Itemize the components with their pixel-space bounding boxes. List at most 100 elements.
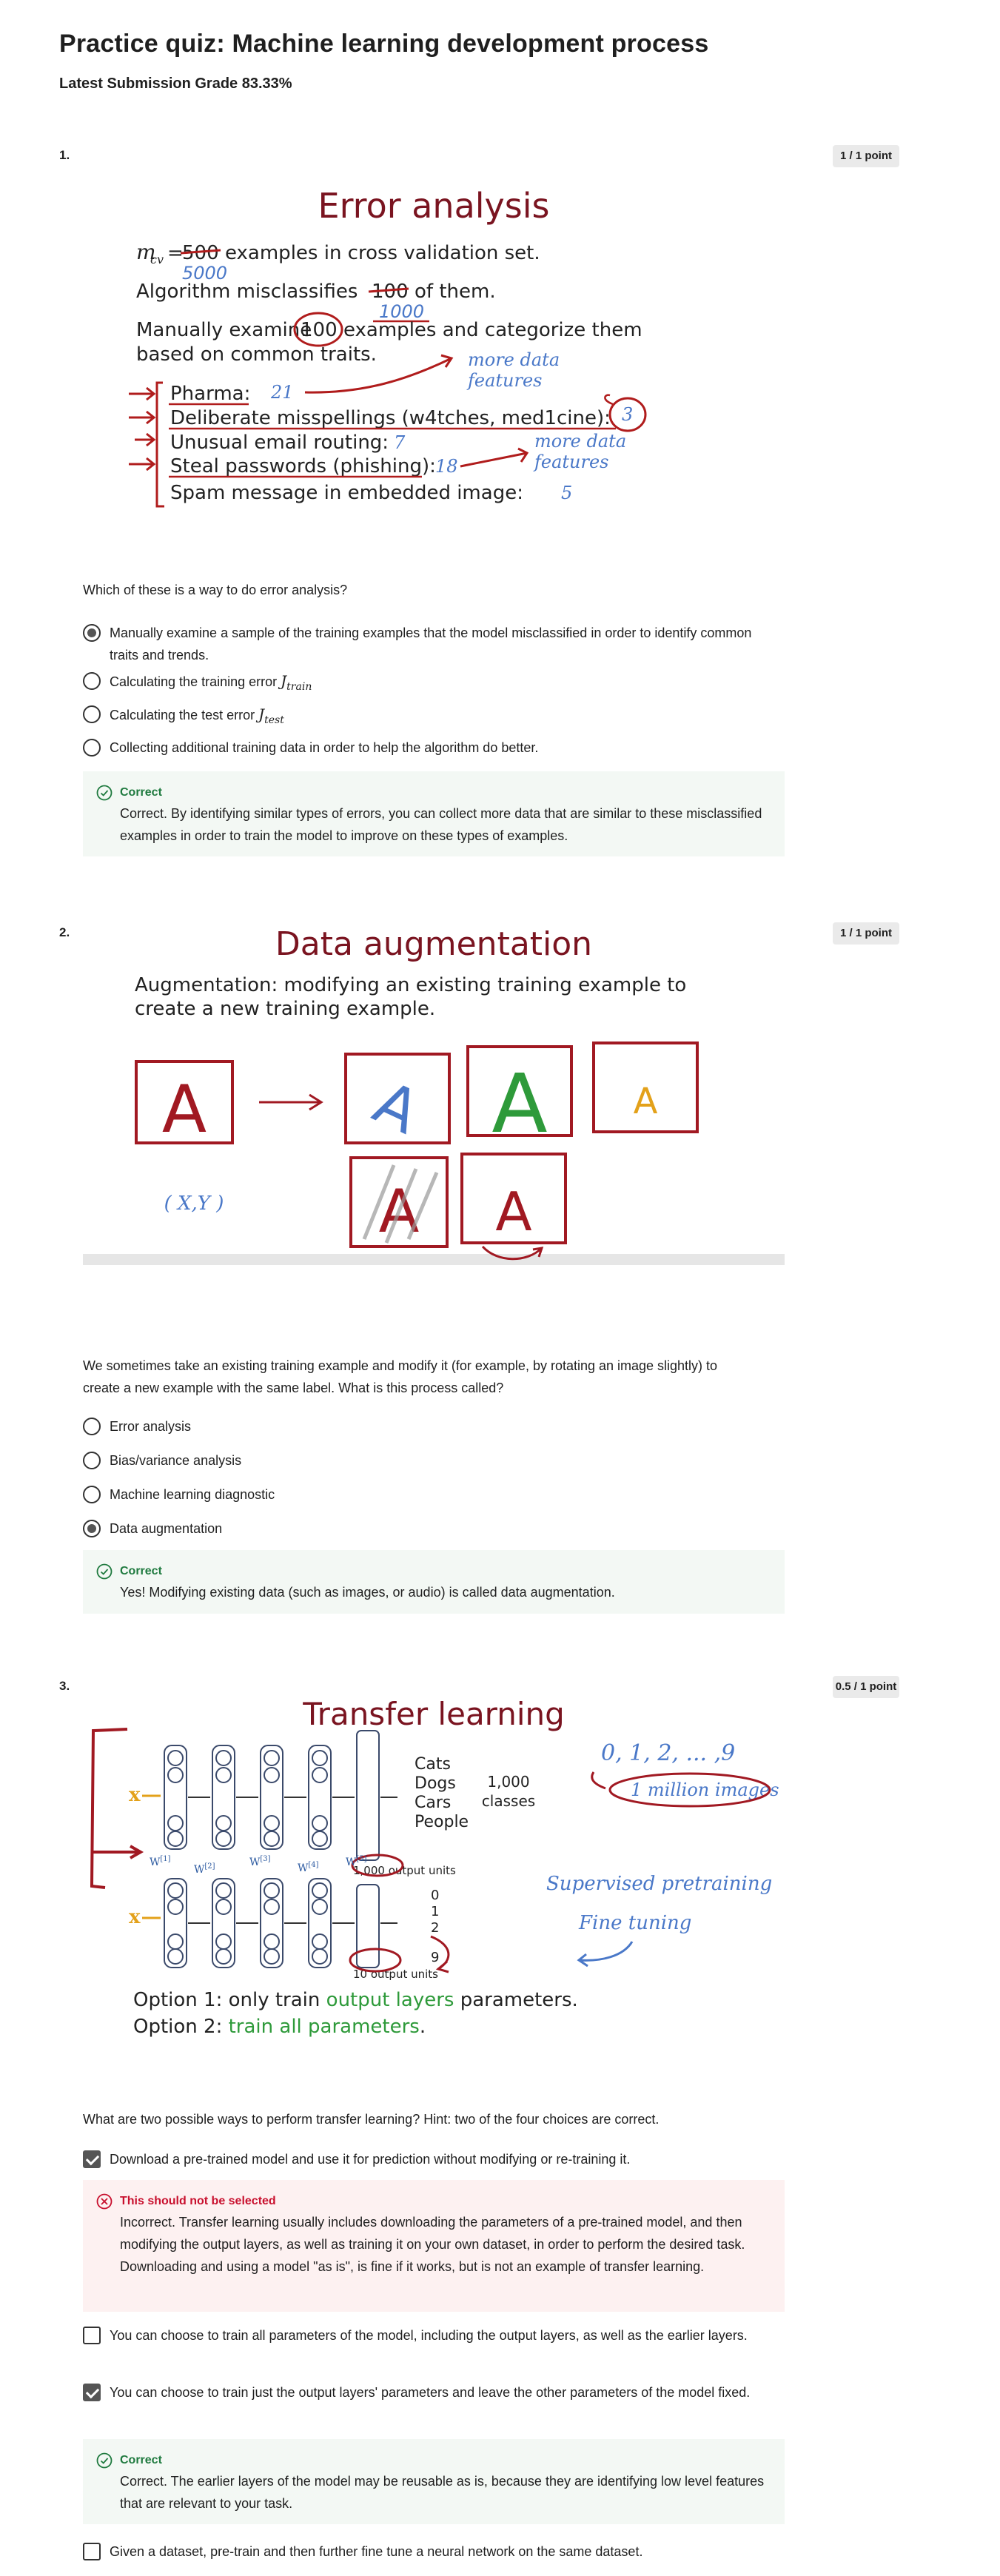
question-prompt-2: We sometimes take an existing training e…: [83, 1358, 718, 1395]
points-badge-2: 1 / 1 point: [833, 922, 899, 945]
option-text: Download a pre-trained model and use it …: [110, 2152, 631, 2167]
option-text: You can choose to train all parameters o…: [110, 2328, 748, 2343]
check-circle-icon: [96, 1563, 113, 1580]
radio-selected[interactable]: [83, 1520, 101, 1537]
option-text-main: Calculating the training error: [110, 674, 278, 689]
more-data-note-2: more data: [534, 431, 626, 452]
weight-index: [2]: [204, 1862, 215, 1871]
radio-unselected[interactable]: [83, 1486, 101, 1503]
q3-option-1[interactable]: Download a pre-trained model and use it …: [83, 2148, 771, 2170]
category-misspellings: Deliberate misspellings (w4tches, med1ci…: [170, 407, 611, 429]
feedback-correct-1: Correct Correct. By identifying similar …: [83, 771, 785, 856]
option-text-main: Calculating the test error: [110, 708, 255, 722]
option-1-highlight: output layers: [326, 1989, 454, 2011]
grade-label: Latest Submission Grade: [59, 76, 238, 92]
grade-value: 83.33%: [241, 76, 292, 92]
slide-line-2a: Algorithm misclassifies: [136, 281, 358, 303]
xy-label: ( X,Y ): [164, 1193, 224, 1215]
radio-unselected[interactable]: [83, 1452, 101, 1469]
letter-original: A: [162, 1071, 207, 1147]
q3-option-3[interactable]: You can choose to train just the output …: [83, 2381, 771, 2404]
class-dogs: Dogs: [415, 1774, 456, 1793]
transfer-learning-slide: Transfer learning x Cats Dogs Cars Peopl…: [83, 1701, 785, 2049]
letter-mirrored: A: [495, 1181, 531, 1243]
feedback-head: This should not be selected: [96, 2192, 770, 2211]
weight-symbol: W: [194, 1864, 205, 1876]
weight-symbol: W: [346, 1856, 357, 1868]
option-2-prefix: Option 2:: [133, 2016, 222, 2038]
math-j-test: Jtest: [258, 705, 284, 726]
submission-grade: Latest Submission Grade 83.33%: [59, 76, 292, 93]
data-augmentation-slide: Data augmentation Augmentation: modifyin…: [83, 921, 785, 1265]
digit-1: 1: [431, 1904, 439, 1919]
q1-option-4[interactable]: Collecting additional training data in o…: [83, 737, 771, 759]
weight-index: [5]: [356, 1855, 366, 1863]
option-text: Calculating the test error Jtest: [110, 703, 284, 731]
check-circle-icon: [96, 2452, 113, 2469]
question-number-1: 1.: [59, 148, 70, 162]
slide-line-1: Augmentation: modifying an existing trai…: [135, 974, 686, 996]
q3-option-4[interactable]: Given a dataset, pre-train and then furt…: [83, 2540, 771, 2563]
digit-9: 9: [431, 1950, 439, 1965]
q1-option-3[interactable]: Calculating the test error Jtest: [83, 703, 771, 731]
feedback-correct-3: Correct Correct. The earlier layers of t…: [83, 2439, 785, 2524]
q2-option-4[interactable]: Data augmentation: [83, 1517, 771, 1540]
radio-unselected[interactable]: [83, 739, 101, 757]
option-text: Data augmentation: [110, 1521, 223, 1536]
slide-title: Error analysis: [318, 186, 550, 226]
math-symbol: J: [258, 705, 265, 723]
option-1-prefix: Option 1: only train: [133, 1989, 320, 2011]
q2-option-3[interactable]: Machine learning diagnostic: [83, 1483, 771, 1506]
feedback-body: Yes! Modifying existing data (such as im…: [120, 1585, 615, 1600]
feedback-head-text: Correct: [120, 786, 162, 799]
q3-option-2[interactable]: You can choose to train all parameters o…: [83, 2324, 771, 2347]
feedback-body: Correct. The earlier layers of the model…: [120, 2474, 765, 2511]
question-number-2: 2.: [59, 925, 70, 939]
page-title: Practice quiz: Machine learning developm…: [59, 30, 709, 58]
checkbox-checked[interactable]: [83, 2384, 101, 2401]
features-note-2: features: [533, 452, 609, 472]
option-text: Collecting additional training data in o…: [110, 740, 539, 755]
q2-option-2[interactable]: Bias/variance analysis: [83, 1449, 771, 1472]
radio-unselected[interactable]: [83, 1418, 101, 1435]
q1-option-2[interactable]: Calculating the training error Jtrain: [83, 670, 771, 698]
category-phishing: Steal passwords (phishing):: [170, 455, 436, 477]
weight-index: [3]: [260, 1855, 270, 1863]
class-cats: Cats: [415, 1755, 451, 1774]
radio-selected[interactable]: [83, 624, 101, 642]
weight-symbol: W: [150, 1856, 161, 1868]
slide-line-3b: examples and categorize them: [343, 319, 642, 341]
digit-2: 2: [431, 1920, 439, 1936]
feedback-incorrect-3: This should not be selected Incorrect. T…: [83, 2180, 785, 2312]
question-number-3: 3.: [59, 1679, 70, 1693]
checkbox-checked[interactable]: [83, 2150, 101, 2168]
q2-option-1[interactable]: Error analysis: [83, 1415, 771, 1438]
slide-line-4: based on common traits.: [136, 343, 377, 366]
option-2-suffix: .: [420, 2016, 426, 2038]
radio-unselected[interactable]: [83, 705, 101, 723]
class-cars: Cars: [415, 1794, 451, 1812]
count-embedded-image: 5: [561, 483, 572, 503]
data-augmentation-figure: Data augmentation Augmentation: modifyin…: [83, 921, 785, 1265]
option-text: Given a dataset, pre-train and then furt…: [110, 2544, 643, 2559]
feedback-body: Incorrect. Transfer learning usually inc…: [120, 2215, 745, 2274]
option-text: Error analysis: [110, 1419, 192, 1434]
feedback-head: Correct: [96, 2451, 770, 2470]
option-1-suffix: parameters.: [460, 1989, 578, 2011]
slide-title: Transfer learning: [302, 1701, 565, 1732]
points-badge-3: 0.5 / 1 point: [833, 1676, 899, 1698]
option-text: You can choose to train just the output …: [110, 2385, 751, 2400]
option-text: Bias/variance analysis: [110, 1453, 242, 1468]
math-symbol: J: [281, 672, 287, 690]
category-routing: Unusual email routing:: [170, 432, 389, 454]
feedback-head-text: Correct: [120, 2454, 162, 2466]
error-analysis-figure: Error analysis m cv = 500 5000 examples …: [83, 172, 785, 527]
checkbox-unchecked[interactable]: [83, 2543, 101, 2560]
features-note-1: features: [466, 370, 543, 391]
weight-symbol: W: [249, 1856, 261, 1868]
radio-unselected[interactable]: [83, 672, 101, 690]
points-badge-1: 1 / 1 point: [833, 145, 899, 167]
checkbox-unchecked[interactable]: [83, 2327, 101, 2344]
q1-option-1[interactable]: Manually examine a sample of the trainin…: [83, 622, 771, 666]
option-2-line: Option 2: train all parameters.: [133, 2016, 426, 2038]
